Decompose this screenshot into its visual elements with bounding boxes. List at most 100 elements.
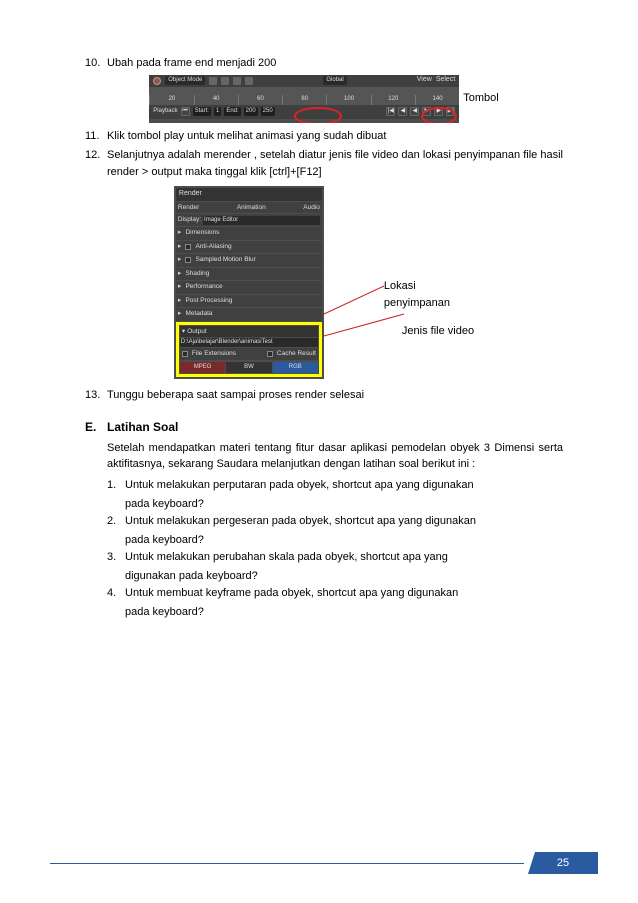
render-figure: Render Render Animation Audio Display: I… xyxy=(85,186,563,379)
format-row: MPEG BW RGB xyxy=(180,361,318,373)
format-rgb: RGB xyxy=(273,362,318,373)
tick: 80 xyxy=(282,95,326,105)
step-number: 10. xyxy=(85,55,107,72)
format-mpeg: MPEG xyxy=(180,362,225,373)
timeline-panel: Object Mode Global View Select 20 40 60 … xyxy=(149,75,459,123)
anno-jenisfile: Jenis file video xyxy=(402,323,474,340)
step-text: Selanjutnya adalah merender , setelah di… xyxy=(107,147,563,180)
record-icon xyxy=(153,77,161,85)
q-text: Untuk membuat keyframe pada obyek, short… xyxy=(125,585,563,602)
page-footer: 25 xyxy=(50,855,598,871)
section-dimensions: Dimensions xyxy=(176,227,322,240)
timeline-ruler: 20 40 60 80 100 120 140 xyxy=(149,87,459,105)
section-antialiasing: Anti-Aliasing xyxy=(176,241,322,254)
play-reverse-icon: ◀ xyxy=(410,107,419,116)
highlight-end-frame xyxy=(294,107,342,123)
global-dropdown: Global xyxy=(323,76,346,85)
display-row: Display: Image Editor xyxy=(176,214,322,226)
playback-label: Playback xyxy=(153,107,177,116)
section-metadata: Metadata xyxy=(176,308,322,321)
section-performance: Performance xyxy=(176,281,322,294)
q-text: Untuk melakukan pergeseran pada obyek, s… xyxy=(125,513,563,530)
section-shading: Shading xyxy=(176,268,322,281)
output-opts: File Extensions Cache Result xyxy=(180,348,318,360)
q-num: 1. xyxy=(107,477,125,494)
render-panel: Render Render Animation Audio Display: I… xyxy=(174,186,324,379)
format-bw: BW xyxy=(226,362,271,373)
timeline-header: Object Mode Global View Select xyxy=(149,75,459,87)
q-text: Untuk melakukan perputaran pada obyek, s… xyxy=(125,477,563,494)
anno-lokasi2: penyimpanan xyxy=(384,295,474,312)
step-10: 10. Ubah pada frame end menjadi 200 xyxy=(85,55,563,72)
skip-back-icon: |◀ xyxy=(386,107,395,116)
menu-view: View xyxy=(417,75,432,86)
step-12: 12. Selanjutnya adalah merender , setela… xyxy=(85,147,563,180)
annotation-block: Lokasi penyimpanan Jenis file video xyxy=(384,278,474,340)
display-label: Display: xyxy=(178,215,201,225)
highlight-play-buttons xyxy=(421,107,457,123)
menu-select: Select xyxy=(436,75,455,86)
q-num: 3. xyxy=(107,549,125,566)
tick: 100 xyxy=(326,95,370,105)
start-value: 1 xyxy=(214,107,221,116)
section-title: Latihan Soal xyxy=(107,418,178,436)
section-letter: E. xyxy=(85,418,107,436)
q-text-cont: pada keyboard? xyxy=(125,496,563,513)
annotation-tombol: Tombol xyxy=(463,90,498,107)
q-text: Untuk melakukan perubahan skala pada oby… xyxy=(125,549,563,566)
timeline-figure: Object Mode Global View Select 20 40 60 … xyxy=(85,75,563,123)
tick: 40 xyxy=(194,95,238,105)
step-text: Ubah pada frame end menjadi 200 xyxy=(107,55,563,72)
tab-render: Render xyxy=(178,203,199,213)
section-output: ▾ Output xyxy=(180,326,318,338)
step-text: Tunggu beberapa saat sampai proses rende… xyxy=(107,387,563,404)
tool-icon xyxy=(221,77,229,85)
tab-animation: Animation xyxy=(237,203,266,213)
output-path: D:\Aja\belajar\Blender\animasiTest xyxy=(180,338,318,347)
step-11: 11. Klik tombol play untuk melihat anima… xyxy=(85,128,563,145)
section-e-body: Setelah mendapatkan materi tentang fitur… xyxy=(107,440,563,621)
tool-icon xyxy=(209,77,217,85)
mode-dropdown: Object Mode xyxy=(165,76,205,85)
intro-text: Setelah mendapatkan materi tentang fitur… xyxy=(107,440,563,473)
q-num: 4. xyxy=(107,585,125,602)
anno-lokasi: Lokasi xyxy=(384,278,474,295)
tick: 20 xyxy=(149,95,193,105)
question-1: 1. Untuk melakukan perputaran pada obyek… xyxy=(107,477,563,494)
section-e-heading: E. Latihan Soal xyxy=(85,418,563,436)
footer-rule xyxy=(50,863,524,864)
section-postproc: Post Processing xyxy=(176,295,322,308)
page-number: 25 xyxy=(557,857,569,869)
rewind-icon: ⏮ xyxy=(181,107,190,116)
step-13: 13. Tunggu beberapa saat sampai proses r… xyxy=(85,387,563,404)
question-3: 3. Untuk melakukan perubahan skala pada … xyxy=(107,549,563,566)
q-text-cont: digunakan pada keyboard? xyxy=(125,568,563,585)
q-num: 2. xyxy=(107,513,125,530)
question-2: 2. Untuk melakukan pergeseran pada obyek… xyxy=(107,513,563,530)
step-number: 13. xyxy=(85,387,107,404)
panel-title: Render xyxy=(176,188,322,201)
page-number-box: 25 xyxy=(528,852,598,874)
question-4: 4. Untuk membuat keyframe pada obyek, sh… xyxy=(107,585,563,602)
tab-audio: Audio xyxy=(303,203,320,213)
end-value: 200 xyxy=(244,107,258,116)
prev-frame-icon: ◀ xyxy=(398,107,407,116)
render-tabs: Render Animation Audio xyxy=(176,202,322,214)
output-highlight: ▾ Output D:\Aja\belajar\Blender\animasiT… xyxy=(176,322,322,378)
display-value: Image Editor xyxy=(203,216,320,225)
step-text: Klik tombol play untuk melihat animasi y… xyxy=(107,128,563,145)
section-motionblur: Sampled Motion Blur xyxy=(176,254,322,267)
tick: 120 xyxy=(371,95,415,105)
start-label: Start: xyxy=(193,107,211,116)
step-number: 12. xyxy=(85,147,107,180)
q-text-cont: pada keyboard? xyxy=(125,604,563,621)
tick: 60 xyxy=(238,95,282,105)
step-number: 11. xyxy=(85,128,107,145)
tick: 140 xyxy=(415,95,459,105)
q-text-cont: pada keyboard? xyxy=(125,532,563,549)
page-content: 10. Ubah pada frame end menjadi 200 Obje… xyxy=(0,0,638,661)
current-frame: 250 xyxy=(261,107,275,116)
tool-icon xyxy=(245,77,253,85)
tool-icon xyxy=(233,77,241,85)
end-label: End: xyxy=(224,107,240,116)
